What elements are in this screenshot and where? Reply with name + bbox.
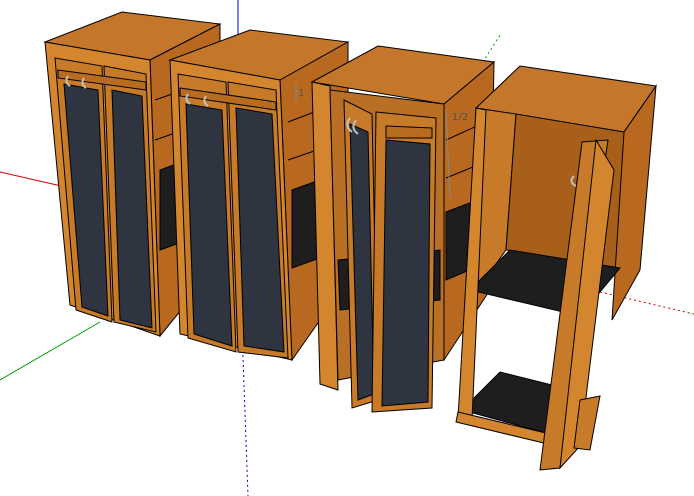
model-canvas[interactable]: 1 1/2 (0, 0, 694, 496)
cabinet-3-door-leaf-right-panel (381, 139, 431, 407)
cabinet-3-hook-rail (385, 125, 433, 139)
3d-viewport[interactable]: 1 1/2 (0, 0, 694, 496)
blue-axis-hidden (241, 329, 249, 496)
cabinet-4[interactable] (455, 65, 657, 471)
dimension-label-1: 1 (298, 88, 304, 99)
green-axis (0, 321, 101, 381)
dimension-label-2: 1/2 (452, 112, 468, 123)
